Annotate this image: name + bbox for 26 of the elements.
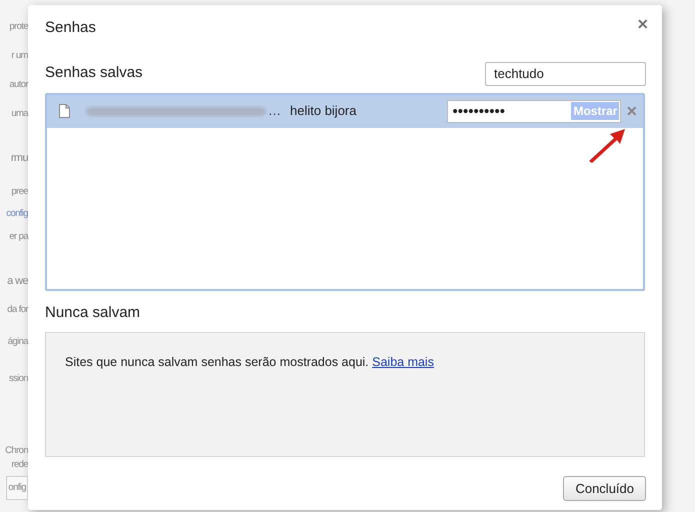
search-field[interactable]: techtudo: [485, 62, 646, 86]
ellipsis: …: [268, 102, 281, 120]
section-heading: Nunca salvam: [45, 302, 142, 322]
background-text: prote: [9, 20, 28, 34]
background-text: r um: [11, 49, 28, 63]
password-field[interactable]: •••••••••• Mostrar: [447, 100, 622, 122]
background-heading: a we: [7, 274, 28, 289]
background-heading: rmu: [10, 151, 28, 166]
username: helito bijora: [290, 102, 356, 120]
background-text: autor: [9, 78, 28, 92]
background-text: ágina: [8, 335, 28, 349]
section-heading: Senhas salvas: [45, 63, 143, 83]
background-text: er pa: [9, 230, 28, 244]
password-row[interactable]: … helito bijora •••••••••• Mostrar ×: [47, 94, 643, 128]
background-text: pree: [11, 185, 28, 199]
background-text: uma: [11, 107, 28, 121]
close-button[interactable]: ×: [637, 15, 648, 33]
document-icon: [59, 104, 70, 118]
background-text: ssion: [8, 372, 28, 386]
background-text: Chron: [5, 444, 28, 458]
dialog-title: Senhas: [45, 18, 96, 38]
empty-message: Sites que nunca salvam senhas serão mostrados aqui. Saiba mais: [65, 354, 435, 371]
learn-more-link[interactable]: Saiba mais: [372, 355, 434, 369]
done-button[interactable]: Concluído: [563, 476, 646, 501]
background-text: da for: [7, 303, 28, 317]
background-text: rede: [11, 458, 28, 472]
